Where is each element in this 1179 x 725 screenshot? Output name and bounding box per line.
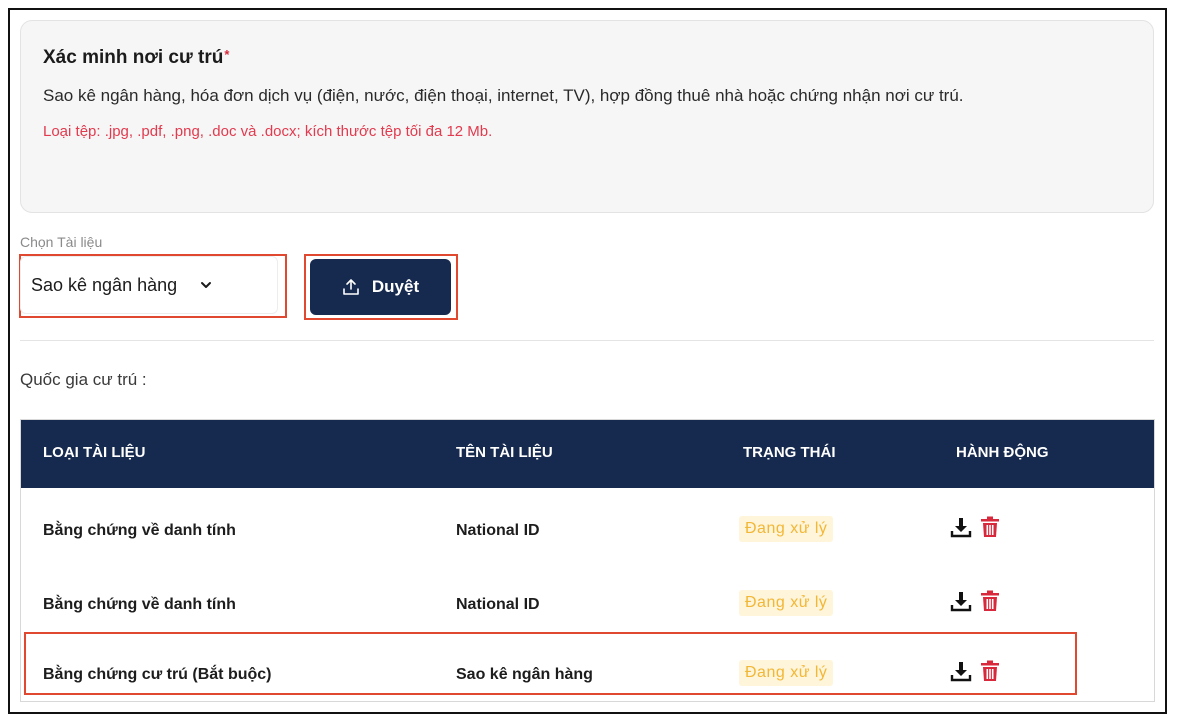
required-mark: * [224,47,230,62]
header-status: TRẠNG THÁI [743,444,836,461]
cell-document-type: Bằng chứng về danh tính [43,522,236,539]
header-actions: HÀNH ĐỘNG [956,444,1049,461]
cell-document-type: Bằng chứng về danh tính [43,596,236,613]
header-document-type: LOẠI TÀI LIỆU [43,444,146,461]
trash-icon[interactable] [980,590,1000,612]
residence-country-label: Quốc gia cư trú : [20,370,147,389]
chevron-down-icon [201,282,212,288]
row-actions [950,590,1000,612]
file-type-note: Loại tệp: .jpg, .pdf, .png, .doc và .doc… [43,123,493,140]
cell-document-name: National ID [456,522,540,539]
browse-button-label: Duyệt [371,277,420,296]
table-header: LOẠI TÀI LIỆU TÊN TÀI LIỆU TRẠNG THÁI HÀ… [21,420,1154,488]
download-icon[interactable] [950,516,972,538]
residence-info-card: Xác minh nơi cư trú* Sao kê ngân hàng, h… [20,20,1154,213]
row-actions [950,516,1000,538]
document-type-select[interactable]: Sao kê ngân hàng [20,256,278,314]
document-type-select-value: Sao kê ngân hàng [31,274,178,295]
divider [20,340,1154,341]
section-title-text: Xác minh nơi cư trú [43,47,224,68]
browse-button[interactable]: Duyệt [310,259,451,315]
section-title: Xác minh nơi cư trú* [43,47,1131,69]
table-row: Bằng chứng về danh tính National ID Đang… [21,496,1154,568]
section-description: Sao kê ngân hàng, hóa đơn dịch vụ (điện,… [43,86,964,105]
status-badge: Đang xử lý [739,590,834,616]
header-document-name: TÊN TÀI LIỆU [456,444,553,461]
highlight-row-box [24,632,1077,695]
download-icon[interactable] [950,590,972,612]
trash-icon[interactable] [980,516,1000,538]
cell-document-name: National ID [456,596,540,613]
upload-icon [343,279,359,295]
document-upload-panel: Xác minh nơi cư trú* Sao kê ngân hàng, h… [8,8,1167,714]
document-select-label: Chọn Tài liệu [20,234,103,250]
status-badge: Đang xử lý [739,516,834,542]
